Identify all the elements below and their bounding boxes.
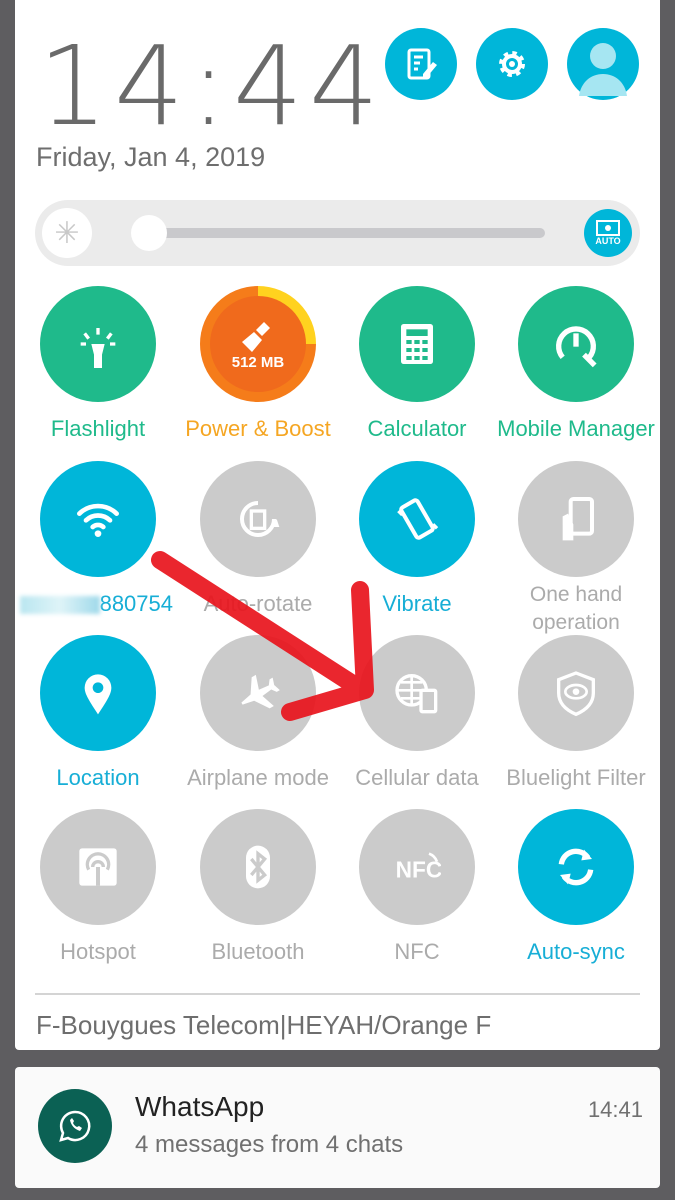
notification-app: WhatsApp — [135, 1091, 265, 1122]
whatsapp-icon — [38, 1089, 112, 1163]
carrier-label: F-Bouygues Telecom|HEYAH/Orange F — [36, 1010, 492, 1040]
notification-time: 14:41 — [587, 1097, 643, 1122]
whatsapp-notification[interactable]: WhatsApp 4 messages from 4 chats 14:41 — [15, 1067, 660, 1188]
divider — [35, 993, 640, 995]
notification-text: 4 messages from 4 chats — [135, 1131, 404, 1158]
